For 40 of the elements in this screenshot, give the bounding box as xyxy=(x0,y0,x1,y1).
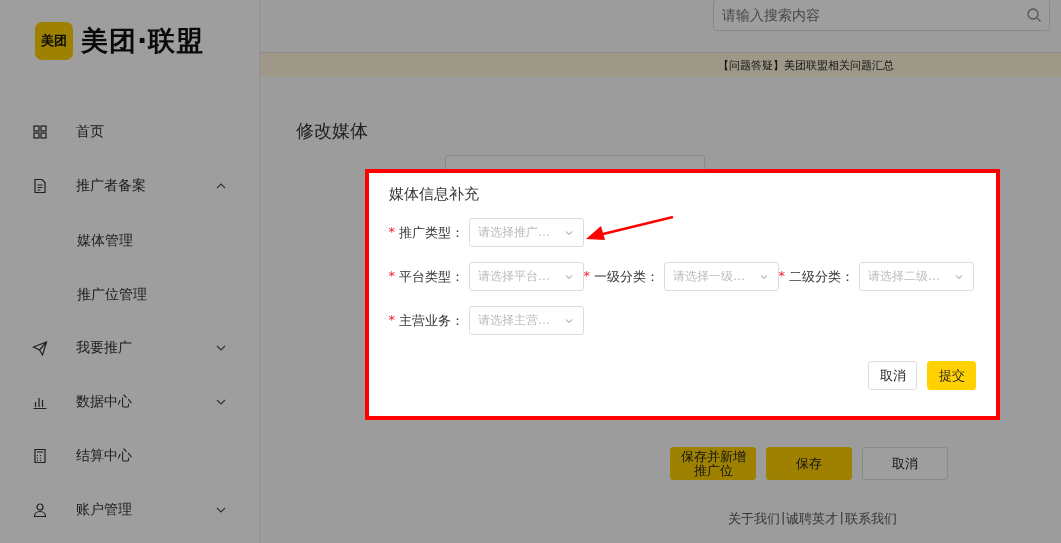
footer-link[interactable]: 关于我们 xyxy=(728,510,780,528)
brand-name: 美团·联盟 xyxy=(81,24,205,58)
menu-item[interactable]: 首页 xyxy=(0,105,259,159)
field-label: 主营业务： xyxy=(399,311,464,330)
required-mark: * xyxy=(388,267,395,285)
menu-item[interactable]: 推广者备案 xyxy=(0,159,259,213)
required-mark: * xyxy=(388,223,395,241)
logo-badge: 美团 xyxy=(35,22,73,60)
cancel-button[interactable]: 取消 xyxy=(868,361,917,390)
menu-item[interactable]: 账户管理 xyxy=(0,483,259,537)
save-button[interactable]: 保存并新增推广位 xyxy=(670,447,756,480)
search-field[interactable]: 请输入搜索内容 xyxy=(713,0,1050,31)
separator: | xyxy=(839,510,844,527)
paper-plane-icon xyxy=(32,340,48,356)
footer-link[interactable]: 诚聘英才 xyxy=(786,510,839,528)
save-button[interactable]: 保存 xyxy=(766,447,852,480)
calculator-icon xyxy=(32,448,48,464)
field-label: 二级分类： xyxy=(789,267,854,286)
search-icon[interactable] xyxy=(1026,7,1042,23)
page-title: 修改媒体 xyxy=(296,119,369,143)
notice-link[interactable]: 【问题答疑】美团联盟相关问题汇总 xyxy=(718,57,894,73)
field-label: 平台类型： xyxy=(399,267,464,286)
grid-icon xyxy=(32,124,48,140)
document-icon xyxy=(32,178,48,194)
menu-item[interactable]: 数据中心 xyxy=(0,375,259,429)
field-label: 一级分类： xyxy=(594,267,659,286)
cancel-button[interactable]: 取消 xyxy=(862,447,948,480)
required-mark: * xyxy=(583,267,590,285)
submit-button[interactable]: 提交 xyxy=(927,361,976,390)
required-mark: * xyxy=(388,311,395,329)
submenu-item[interactable]: 推广位管理 xyxy=(0,267,259,321)
menu-item[interactable]: 我要推广 xyxy=(0,321,259,375)
user-icon xyxy=(32,502,48,518)
dialog-title: 媒体信息补充 xyxy=(389,185,480,204)
field-label: 推广类型： xyxy=(399,223,464,242)
footer-link[interactable]: 联系我们 xyxy=(844,510,897,528)
separator: | xyxy=(781,510,786,527)
required-mark: * xyxy=(778,267,785,285)
submenu-item[interactable]: 媒体管理 xyxy=(0,213,259,267)
menu-item[interactable]: 结算中心 xyxy=(0,429,259,483)
